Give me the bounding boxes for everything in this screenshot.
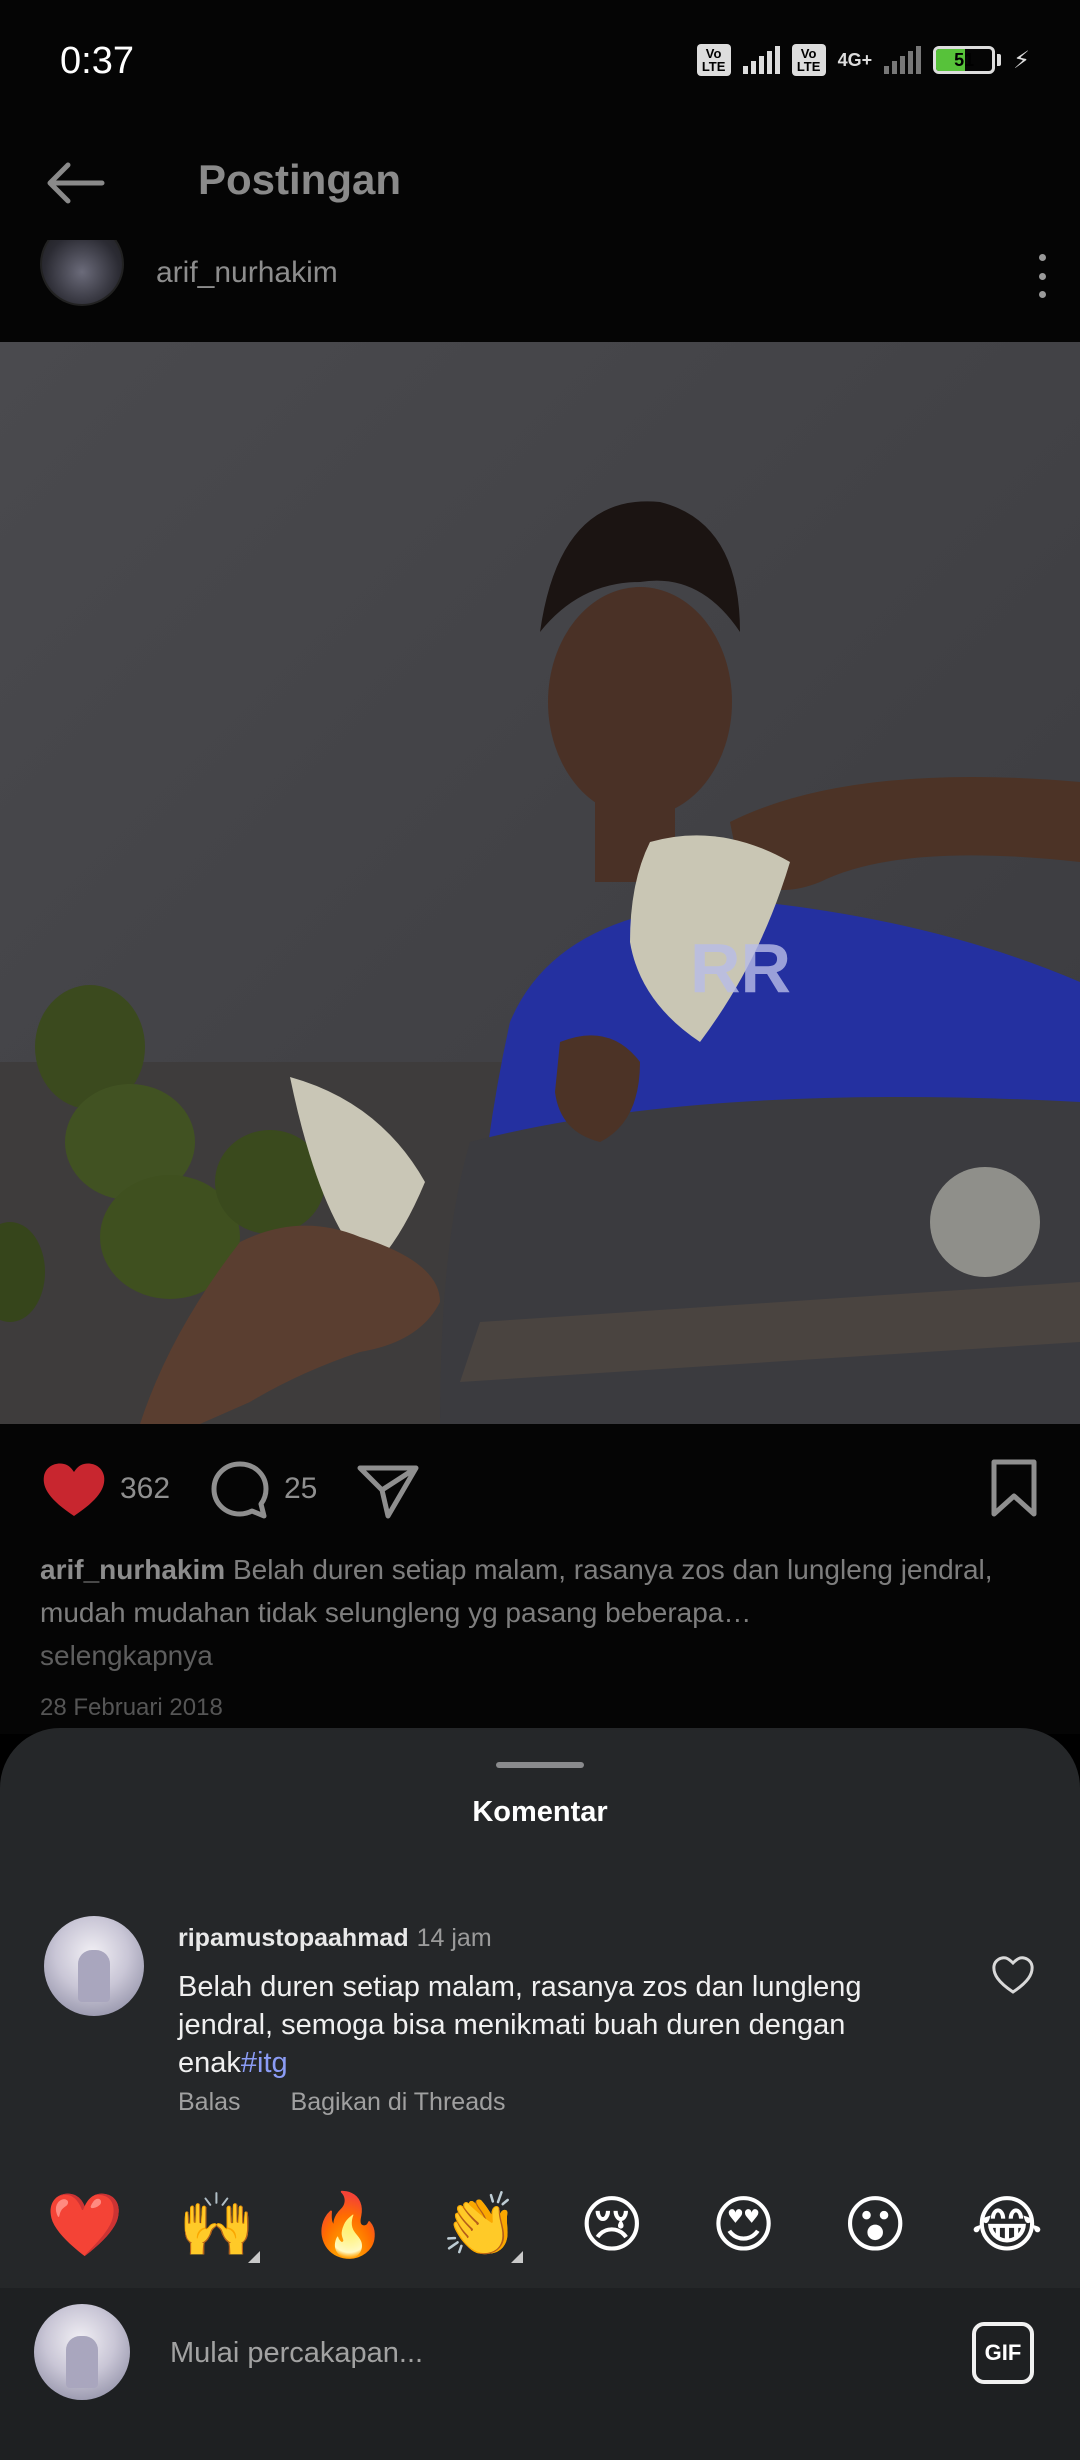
caption-more-link[interactable]: selengkapnya [40,1634,1040,1677]
reply-button[interactable]: Balas [178,2088,241,2117]
emoji-heart-eyes[interactable]: 😍 [699,2185,789,2265]
charging-icon: ⚡ [1013,46,1030,74]
emoji-laughing[interactable]: 😂 [962,2185,1052,2265]
emoji-crying[interactable]: 😢 [567,2185,657,2265]
comment-item: ripamustopaahmad 14 jam Belah duren setia… [40,1916,1040,2156]
comment-hashtag[interactable]: #itg [241,2047,288,2079]
battery-level: 51 [954,49,975,70]
share-threads-button[interactable]: Bagikan di Threads [291,2088,506,2117]
emoji-clapping[interactable]: 👏 [435,2185,525,2265]
commenter-username-line: ripamustopaahmad 14 jam [178,1924,492,1953]
comment-icon[interactable] [208,1458,272,1522]
like-count[interactable]: 362 [120,1472,170,1506]
page-title: Postingan [198,156,402,203]
gif-button[interactable]: GIF [972,2322,1034,2384]
sheet-title: Komentar [472,1796,608,1828]
like-heart-icon[interactable] [40,1460,108,1520]
post-caption: arif_nurhakim Belah duren setiap malam, … [40,1548,1040,1677]
top-bar: Postingan [0,130,1080,240]
comment-actions: Balas Bagikan di Threads [178,2088,506,2117]
signal-icon [742,46,780,74]
post-actions: 362 25 [40,1454,1040,1524]
commenter-username[interactable]: ripamustopaahmad [178,1924,409,1952]
status-icons: Vo LTE Vo LTE 4G+ 51 ⚡ [696,44,1030,76]
network-type: 4G+ [837,49,873,70]
more-options-icon[interactable] [1032,254,1052,298]
system-nav-bar [0,2418,1080,2460]
post-author-username[interactable]: arif_nurhakim [156,256,338,290]
caption-username[interactable]: arif_nurhakim [40,1554,225,1585]
battery-tip [997,54,1002,66]
emoji-raised-hands[interactable]: 🙌 [172,2185,262,2265]
comments-sheet: Komentar ripamustopaahmad 14 jam Belah du… [0,1728,1080,2418]
volte-icon-2: Vo LTE [791,44,826,76]
share-send-icon[interactable] [356,1460,420,1520]
sheet-drag-handle[interactable] [496,1762,584,1768]
post-image[interactable]: RR [0,342,1080,1424]
status-time: 0:37 [60,40,134,82]
battery-icon: 51 [933,46,996,74]
comment-like-heart-icon[interactable] [990,1954,1036,1996]
comment-input[interactable] [170,2328,930,2378]
comment-count[interactable]: 25 [284,1472,317,1506]
quick-emoji-row: ❤️ 🙌 🔥 👏 😢 😍 😮 😂 [40,2180,1052,2270]
post-author-avatar[interactable] [40,240,124,306]
post-photo-illustration: RR [0,342,1080,1424]
current-user-avatar [34,2304,130,2400]
post-header: arif_nurhakim [0,240,1080,342]
comment-time: 14 jam [416,1924,492,1952]
volte-icon: Vo LTE [696,44,731,76]
commenter-avatar[interactable] [44,1916,144,2016]
emoji-surprised[interactable]: 😮 [830,2185,920,2265]
emoji-fire[interactable]: 🔥 [303,2185,393,2265]
emoji-heart[interactable]: ❤️ [40,2185,130,2265]
post-date: 28 Februari 2018 [40,1694,223,1721]
bookmark-icon[interactable] [988,1458,1040,1518]
comment-composer: GIF [0,2288,1080,2418]
signal-icon-2 [884,46,922,74]
svg-text:RR: RR [690,929,791,1007]
back-arrow-icon[interactable] [40,158,110,208]
post-body: 362 25 arif_nurhakim Belah duren setiap … [0,1424,1080,1734]
status-bar: 0:37 Vo LTE Vo LTE 4G+ 51 ⚡ [0,0,1080,130]
comment-text: Belah duren setiap malam, rasanya zos da… [178,1968,938,2082]
